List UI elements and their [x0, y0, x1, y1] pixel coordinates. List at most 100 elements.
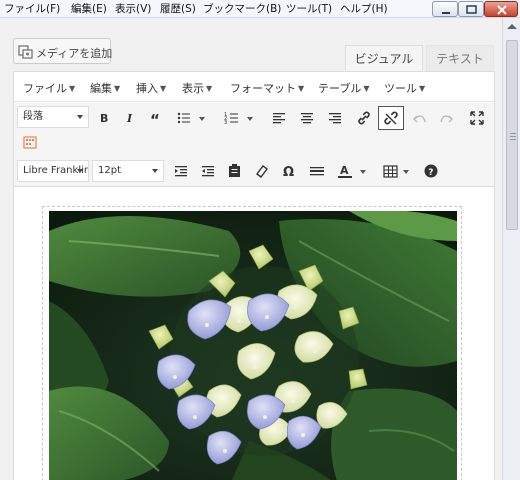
- italic-button[interactable]: I: [120, 108, 140, 128]
- format-select[interactable]: 段落: [17, 106, 89, 128]
- minimize-button[interactable]: [432, 1, 458, 17]
- tab-text[interactable]: テキスト: [426, 45, 494, 71]
- toolbar-toggle-icon: [23, 136, 37, 149]
- table-button[interactable]: [381, 161, 401, 181]
- link-icon: [358, 111, 370, 125]
- font-size-value: 12pt: [98, 165, 121, 176]
- paste-text-icon: [229, 164, 240, 177]
- special-char-icon: Ω: [283, 165, 294, 180]
- editor-menu-table-label: テーブル: [318, 82, 362, 95]
- unlink-icon: [384, 111, 398, 125]
- align-left-button[interactable]: [270, 108, 290, 128]
- align-center-icon: [301, 113, 313, 124]
- minimize-icon: [442, 12, 450, 14]
- numbered-list-button[interactable]: 1 2 3: [222, 108, 242, 128]
- image-selection-frame[interactable]: [42, 206, 462, 480]
- indent-button[interactable]: [172, 161, 192, 181]
- horizontal-line-button[interactable]: [307, 161, 327, 181]
- browser-menu-file[interactable]: ファイル(F): [4, 2, 60, 16]
- scroll-up-arrow[interactable]: [507, 24, 517, 29]
- editor-menu-edit[interactable]: 編集 ▼: [90, 80, 120, 96]
- horizontal-line-icon: [310, 167, 324, 176]
- help-button[interactable]: ?: [421, 161, 441, 181]
- unlink-button[interactable]: [378, 106, 404, 130]
- close-icon: [497, 5, 507, 15]
- redo-button[interactable]: [436, 108, 456, 128]
- fullscreen-button[interactable]: [467, 108, 487, 128]
- add-media-label: メディアを追加: [36, 47, 113, 60]
- table-icon: [383, 165, 398, 178]
- thumb-grip: [510, 139, 516, 140]
- svg-text:3: 3: [224, 120, 227, 126]
- special-char-button[interactable]: Ω: [280, 161, 300, 181]
- tab-visual[interactable]: ビジュアル: [345, 45, 423, 71]
- editor-menu-tools-label: ツール: [384, 82, 417, 95]
- vertical-scrollbar[interactable]: [502, 18, 520, 480]
- text-color-icon: A: [338, 164, 352, 178]
- format-select-value: 段落: [23, 111, 43, 122]
- blockquote-button[interactable]: “: [147, 108, 167, 128]
- redo-icon: [440, 115, 453, 123]
- maximize-button[interactable]: [458, 1, 484, 17]
- svg-text:Ω: Ω: [283, 165, 294, 180]
- numbered-list-dropdown[interactable]: [247, 117, 253, 121]
- browser-menu-view[interactable]: 表示(V): [115, 2, 151, 16]
- editor-menu-view-label: 表示: [182, 82, 204, 95]
- editor-menu-insert[interactable]: 挿入 ▼: [136, 80, 166, 96]
- table-dropdown[interactable]: [403, 170, 409, 174]
- numbered-list-icon: 1 2 3: [224, 112, 238, 126]
- editor-menu-insert-label: 挿入: [136, 82, 158, 95]
- browser-menubar: ファイル(F) 編集(E) 表示(V) 履歴(S) ブックマーク(B) ツール(…: [0, 0, 520, 18]
- align-right-icon: [329, 113, 341, 124]
- italic-icon: I: [126, 112, 133, 125]
- editor-menu-file[interactable]: ファイル ▼: [23, 80, 75, 96]
- maximize-icon: [466, 5, 477, 14]
- editor-menu-tools[interactable]: ツール ▼: [384, 80, 425, 96]
- editor-menu-format-label: フォーマット: [230, 82, 296, 95]
- font-size-select[interactable]: 12pt: [92, 160, 164, 182]
- browser-menu-help[interactable]: ヘルプ(H): [340, 2, 388, 16]
- browser-menu-history[interactable]: 履歴(S): [160, 2, 196, 16]
- bullet-list-icon: [177, 112, 190, 124]
- hydrangea-photo[interactable]: [49, 211, 457, 480]
- thumb-grip: [510, 136, 516, 137]
- paste-text-button[interactable]: [225, 161, 245, 181]
- bullet-list-button[interactable]: [174, 108, 194, 128]
- editor-frame: ファイル ▼ 編集 ▼ 挿入 ▼ 表示 ▼ フォーマット ▼ テーブル ▼ ツール ▼ 段落 …: [13, 71, 495, 480]
- link-button[interactable]: [354, 108, 374, 128]
- bold-icon: B: [100, 112, 108, 125]
- add-media-button[interactable]: メディアを追加: [13, 38, 113, 64]
- outdent-button[interactable]: [199, 161, 219, 181]
- svg-text:B: B: [100, 112, 108, 125]
- font-family-select[interactable]: Libre Franklin: [17, 160, 89, 182]
- editor-menu-table[interactable]: テーブル ▼: [318, 80, 370, 96]
- scrollbar-thumb[interactable]: [506, 40, 518, 230]
- clear-format-icon: [256, 165, 268, 178]
- blockquote-icon: “: [150, 111, 160, 128]
- align-left-icon: [273, 113, 285, 124]
- bullet-list-dropdown[interactable]: [199, 117, 205, 121]
- text-color-dropdown[interactable]: [360, 170, 366, 174]
- editor-menubar: ファイル ▼ 編集 ▼ 挿入 ▼ 表示 ▼ フォーマット ▼ テーブル ▼ ツール ▼: [14, 72, 494, 102]
- hydrangea-image: [49, 211, 457, 480]
- svg-text:I: I: [126, 112, 133, 125]
- align-right-button[interactable]: [326, 108, 346, 128]
- undo-icon: [413, 115, 426, 123]
- undo-button[interactable]: [410, 108, 430, 128]
- editor-menu-view[interactable]: 表示 ▼: [182, 80, 212, 96]
- browser-menu-tools[interactable]: ツール(T): [286, 2, 332, 16]
- bold-button[interactable]: B: [94, 108, 114, 128]
- browser-menu-edit[interactable]: 編集(E): [71, 2, 107, 16]
- editor-menu-edit-label: 編集: [90, 82, 112, 95]
- clear-format-button[interactable]: [252, 161, 272, 181]
- toolbar-toggle-button[interactable]: [21, 134, 41, 154]
- editor-menu-format[interactable]: フォーマット ▼: [230, 80, 304, 96]
- svg-text:“: “: [150, 111, 160, 128]
- browser-menu-bookmarks[interactable]: ブックマーク(B): [203, 2, 281, 16]
- close-button[interactable]: [484, 1, 518, 17]
- media-icon: [18, 45, 33, 59]
- align-center-button[interactable]: [298, 108, 318, 128]
- text-color-button[interactable]: A: [335, 161, 355, 181]
- editor-content[interactable]: [14, 188, 494, 480]
- fullscreen-icon: [470, 111, 484, 125]
